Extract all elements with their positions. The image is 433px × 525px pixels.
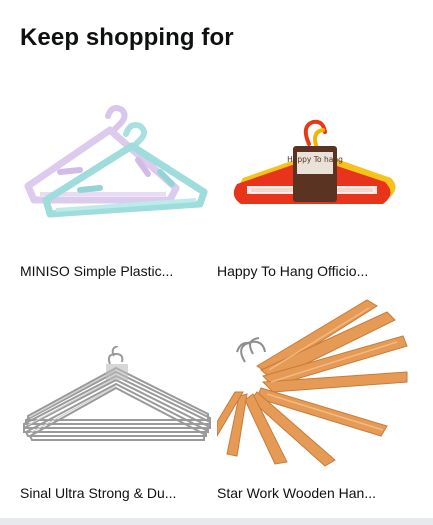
wooden-hangers-illustration <box>217 299 408 467</box>
product-name[interactable]: MINISO Simple Plastic... <box>20 262 214 280</box>
pastel-hangers-illustration <box>24 105 208 218</box>
product-name[interactable]: Happy To Hang Officio... <box>217 262 411 280</box>
red-yellow-hangers-illustration: Happy To hang <box>233 119 396 204</box>
product-image-steel-hangers[interactable] <box>20 346 212 476</box>
keep-shopping-card: Keep shopping for MINISO Simple Plastic.… <box>0 0 433 518</box>
product-image-pastel-hangers[interactable] <box>20 100 212 252</box>
product-image-red-yellow-hangers[interactable]: Happy To hang <box>217 100 409 252</box>
product-name[interactable]: Sinal Ultra Strong & Du... <box>20 484 214 502</box>
product-name[interactable]: Star Work Wooden Han... <box>217 484 411 502</box>
steel-hangers-illustration <box>23 346 211 441</box>
section-title: Keep shopping for <box>20 24 234 51</box>
section-divider <box>0 518 433 525</box>
product-image-wooden-hangers[interactable] <box>217 296 409 468</box>
package-logo-text: Happy To hang <box>287 155 343 164</box>
